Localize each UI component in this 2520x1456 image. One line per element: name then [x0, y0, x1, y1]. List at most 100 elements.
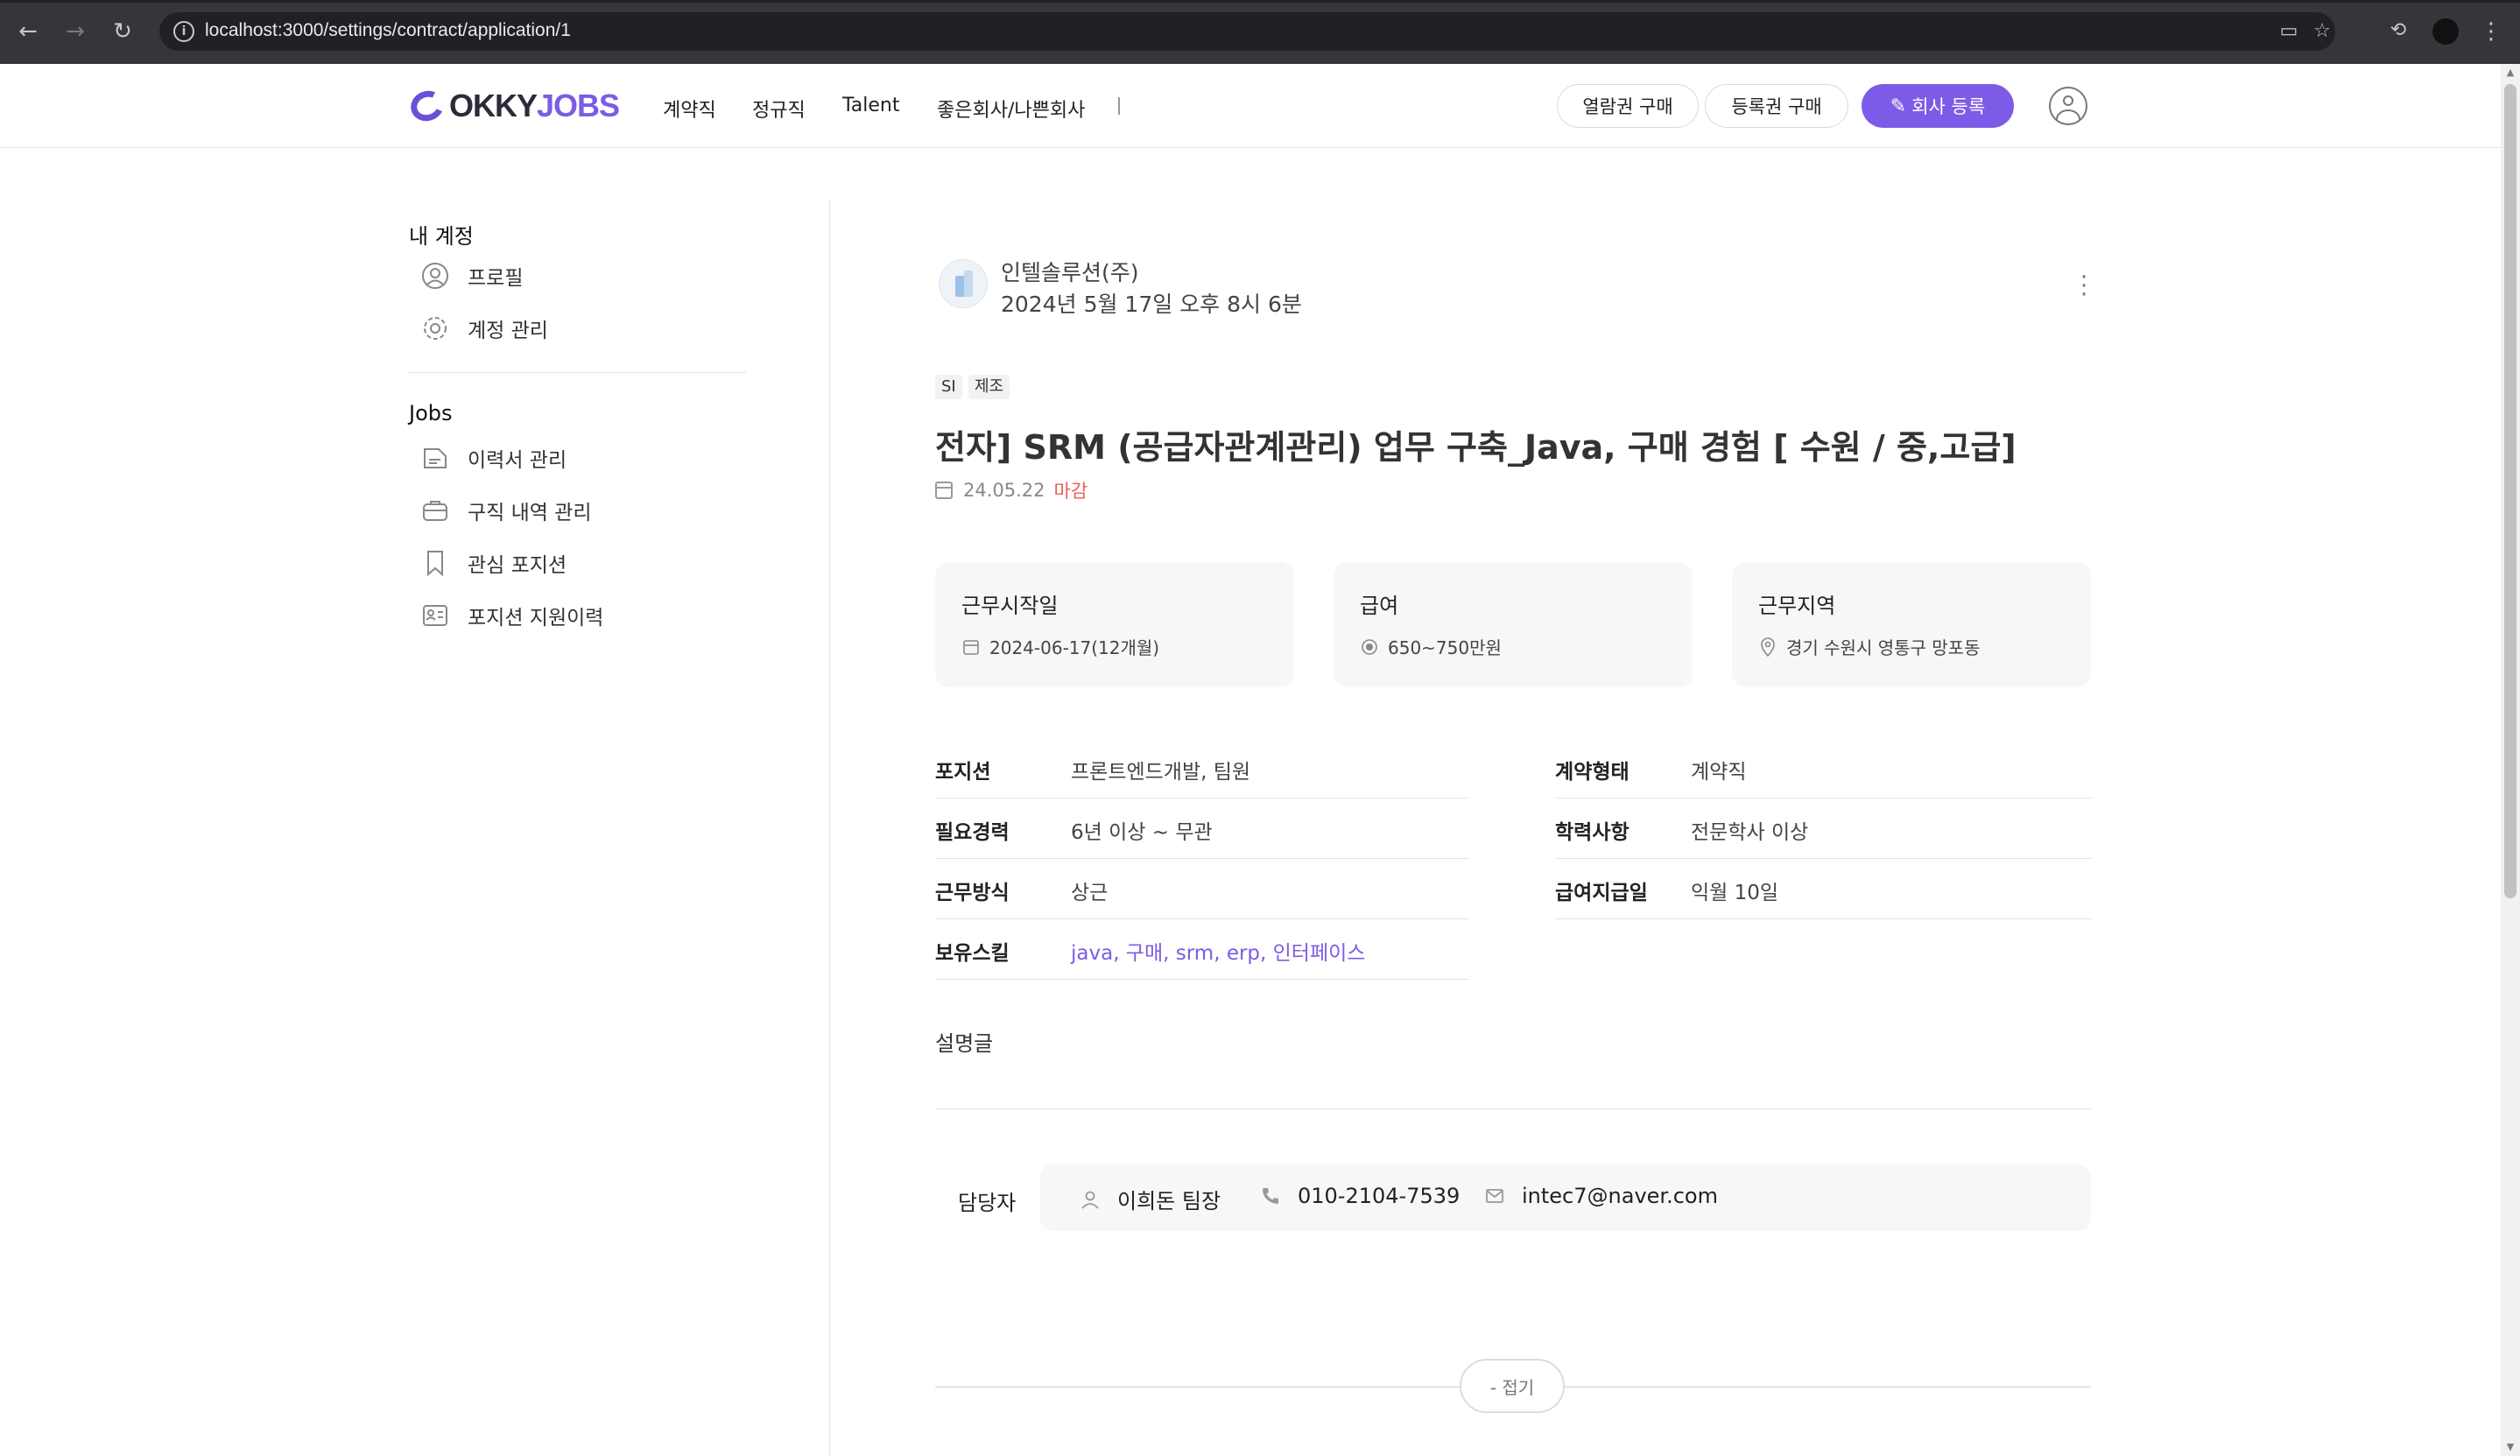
edit-icon: ✎ — [1890, 95, 1907, 117]
sidebar-item-label: 계정 관리 — [468, 320, 548, 342]
phone-icon — [1259, 1185, 1282, 1207]
contact-email[interactable]: intec7@naver.com — [1483, 1184, 1718, 1208]
detail-row-skills: 보유스킬 java, 구매, srm, erp, 인터페이스 — [935, 918, 1469, 980]
back-icon[interactable]: ← — [14, 18, 42, 46]
sidebar-item-label: 구직 내역 관리 — [468, 502, 592, 524]
more-options-icon[interactable]: · · · — [2075, 266, 2093, 306]
extension-icon[interactable]: ⟲ — [2385, 18, 2411, 44]
calendar-icon — [961, 637, 981, 657]
deadline-status-badge: 마감 — [1053, 481, 1088, 502]
address-bar[interactable]: i localhost:3000/settings/contract/appli… — [159, 12, 2335, 51]
gear-icon — [420, 313, 450, 343]
fold-button[interactable]: - 접기 — [1460, 1359, 1565, 1413]
salary-value: 650~750만원 — [1388, 637, 1502, 658]
okkyjobs-logo[interactable]: OKKYJOBS — [406, 86, 620, 126]
sidebar-item-profile[interactable]: 프로필 — [420, 258, 523, 293]
nav-fulltime[interactable]: 정규직 — [752, 95, 806, 123]
browser-chrome: ← → ↻ i localhost:3000/settings/contract… — [0, 0, 2520, 64]
sidebar-item-label: 관심 포지션 — [468, 554, 567, 577]
profile-icon — [420, 261, 450, 291]
detail-row-pay-day: 급여지급일 익월 10일 — [1555, 858, 2091, 919]
contact-phone[interactable]: 010-2104-7539 — [1259, 1184, 1460, 1208]
browser-menu-icon[interactable]: ⋮ — [2480, 16, 2502, 47]
info-card-title: 근무지역 — [1758, 594, 1836, 618]
detail-key: 급여지급일 — [1555, 882, 1648, 904]
deadline: 24.05.22 마감 — [935, 477, 1088, 503]
scroll-up-icon[interactable]: ▲ — [2504, 67, 2516, 79]
detail-value: 프론트엔드개발, 팀원 — [1071, 761, 1251, 784]
logo-mark-icon — [406, 86, 448, 126]
post-date: 2024년 5월 17일 오후 8시 6분 — [1001, 292, 1302, 317]
tag-manufacturing[interactable]: 제조 — [968, 375, 1010, 399]
tab-strip — [0, 0, 2520, 3]
sidebar-title-jobs: Jobs — [409, 401, 453, 426]
detail-row-experience: 필요경력 6년 이상 ~ 무관 — [935, 798, 1469, 859]
detail-key: 포지션 — [935, 761, 991, 784]
contact-email-address: intec7@naver.com — [1522, 1184, 1718, 1208]
detail-row-position: 포지션 프론트엔드개발, 팀원 — [935, 737, 1469, 798]
register-company-button[interactable]: ✎ 회사 등록 — [1862, 84, 2014, 128]
info-card-value: 2024-06-17(12개월) — [961, 634, 1159, 659]
scrollbar-thumb[interactable] — [2504, 84, 2516, 898]
forward-icon[interactable]: → — [61, 18, 89, 46]
nav-talent[interactable]: Talent — [842, 95, 900, 116]
sidebar-title-account: 내 계정 — [409, 224, 474, 249]
logo-text: OKKYJOBS — [449, 88, 620, 124]
sidebar-item-label: 이력서 관리 — [468, 449, 567, 472]
detail-key: 계약형태 — [1555, 761, 1630, 784]
tag-si[interactable]: SI — [935, 375, 962, 399]
contact-name: 이희돈 팀장 — [1117, 1189, 1221, 1213]
sidebar-item-application-history[interactable]: 포지션 지원이력 — [420, 598, 603, 633]
description-label: 설명글 — [935, 1031, 994, 1056]
user-avatar-icon[interactable] — [2049, 87, 2087, 125]
calendar-icon — [935, 482, 953, 499]
bookmark-star-icon[interactable]: ☆ — [2312, 21, 2333, 42]
sidebar-item-account-settings[interactable]: 계정 관리 — [420, 311, 548, 346]
scroll-down-icon[interactable]: ▼ — [2504, 1441, 2516, 1453]
skills-list[interactable]: java, 구매, srm, erp, 인터페이스 — [1071, 936, 1365, 966]
browser-profile-avatar[interactable] — [2432, 18, 2459, 45]
reload-icon[interactable]: ↻ — [109, 18, 137, 46]
detail-key: 필요경력 — [935, 821, 1010, 844]
content-divider — [829, 200, 830, 1456]
detail-key: 학력사항 — [1555, 821, 1630, 844]
job-title: 전자] SRM (공급자관계관리) 업무 구축_Java, 구매 경험 [ 수원… — [935, 428, 2017, 467]
detail-value: 전문학사 이상 — [1691, 821, 1809, 844]
deadline-date: 24.05.22 — [963, 480, 1045, 501]
nav-contract[interactable]: 계약직 — [663, 95, 716, 123]
sidebar-item-label: 포지션 지원이력 — [468, 607, 604, 630]
buy-register-pass-button[interactable]: 등록권 구매 — [1705, 84, 1848, 128]
contact-person: 이희돈 팀장 — [1079, 1184, 1221, 1214]
company-name[interactable]: 인텔솔루션(주) — [1001, 256, 1139, 287]
buy-view-pass-button[interactable]: 열람권 구매 — [1557, 84, 1699, 128]
briefcase-icon — [420, 496, 450, 525]
site-info-icon[interactable]: i — [173, 21, 194, 42]
contact-box: 이희돈 팀장 010-2104-7539 intec7@naver.com — [1040, 1164, 2091, 1231]
register-company-label: 회사 등록 — [1911, 96, 1986, 117]
contact-label: 담당자 — [958, 1191, 1017, 1215]
contact-phone-number: 010-2104-7539 — [1298, 1184, 1461, 1208]
sidebar-item-job-history[interactable]: 구직 내역 관리 — [420, 493, 592, 528]
start-date-value: 2024-06-17(12개월) — [989, 637, 1160, 658]
detail-key: 근무방식 — [935, 882, 1010, 904]
info-card-title: 급여 — [1360, 594, 1399, 618]
nav-company-review[interactable]: 좋은회사/나쁜회사 — [937, 95, 1085, 123]
mail-icon — [1483, 1185, 1506, 1207]
company-logo[interactable] — [939, 259, 988, 308]
detail-row-work-type: 근무방식 상근 — [935, 858, 1469, 919]
site-header: OKKYJOBS 계약직 정규직 Talent 좋은회사/나쁜회사 열람권 구매… — [0, 64, 2501, 148]
logo-jobs: JOBS — [537, 88, 620, 123]
document-icon — [420, 443, 450, 473]
coin-icon — [1360, 637, 1379, 657]
id-card-icon — [420, 601, 450, 630]
detail-value: 6년 이상 ~ 무관 — [1071, 821, 1213, 844]
info-card-value: 경기 수원시 영통구 망포동 — [1758, 634, 1980, 659]
sidebar-item-saved-positions[interactable]: 관심 포지션 — [420, 545, 567, 580]
cast-icon[interactable]: ▭ — [2278, 21, 2299, 42]
sidebar-item-resume[interactable]: 이력서 관리 — [420, 440, 567, 475]
info-card-start-date: 근무시작일 2024-06-17(12개월) — [935, 562, 1294, 687]
location-value: 경기 수원시 영통구 망포동 — [1786, 637, 1981, 658]
sidebar-item-label: 프로필 — [468, 267, 524, 290]
url-text[interactable]: localhost:3000/settings/contract/applica… — [205, 20, 571, 41]
info-card-title: 근무시작일 — [961, 594, 1059, 618]
